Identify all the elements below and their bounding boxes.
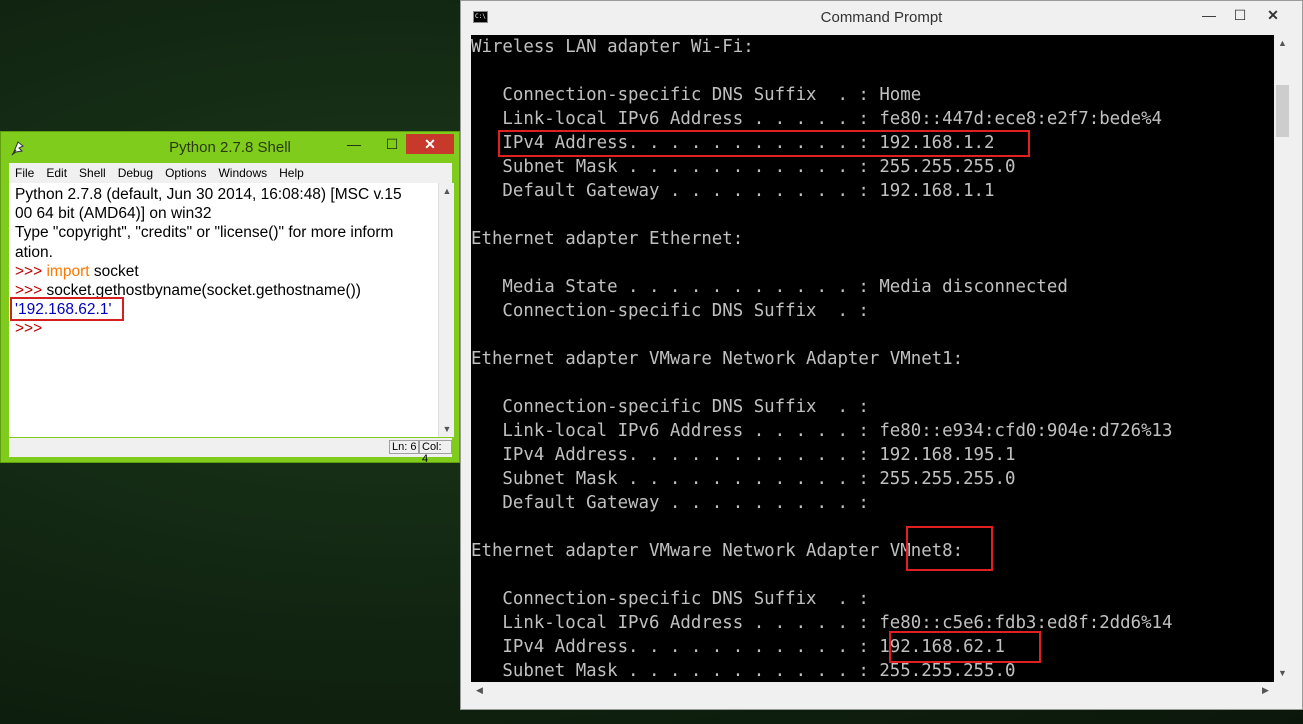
- maximize-button[interactable]: ☐: [1225, 7, 1255, 24]
- scroll-up-icon[interactable]: ▲: [1274, 35, 1291, 52]
- console-line: Wireless LAN adapter Wi-Fi:: [471, 37, 754, 57]
- banner-line: Type "copyright", "credits" or "license(…: [15, 224, 394, 242]
- banner-line: Python 2.7.8 (default, Jun 30 2014, 16:0…: [15, 186, 402, 203]
- console-line: Media State . . . . . . . . . . . : Medi…: [471, 277, 1068, 297]
- console-line: IPv4 Address. . . . . . . . . . . : 192.…: [471, 637, 1005, 657]
- menu-shell[interactable]: Shell: [73, 166, 112, 180]
- console-line: Connection-specific DNS Suffix . :: [471, 301, 869, 321]
- import-target: socket: [89, 262, 139, 280]
- console-line: Subnet Mask . . . . . . . . . . . : 255.…: [471, 469, 1016, 489]
- console-line: Connection-specific DNS Suffix . :: [471, 589, 869, 609]
- scroll-right-icon[interactable]: ▶: [1257, 682, 1274, 699]
- vmnet8-ipv4-highlight-box: [889, 631, 1041, 663]
- close-button[interactable]: ✕: [1258, 7, 1288, 24]
- minimize-button[interactable]: —: [341, 134, 367, 154]
- scroll-down-icon[interactable]: ▼: [1274, 665, 1291, 682]
- status-column-number: Col: 4: [419, 440, 452, 465]
- minimize-button[interactable]: —: [1194, 7, 1224, 23]
- menu-help[interactable]: Help: [273, 166, 310, 180]
- console-line: Default Gateway . . . . . . . . . :: [471, 493, 869, 513]
- command-line-import: >>> import socket: [15, 262, 441, 281]
- wifi-ipv4-highlight-box: [498, 130, 1030, 157]
- console-line: Ethernet adapter Ethernet:: [471, 229, 744, 249]
- console-line: Ethernet adapter VMware Network Adapter …: [471, 349, 964, 369]
- keyword-import: import: [46, 262, 90, 280]
- scroll-down-icon[interactable]: ▼: [439, 421, 455, 437]
- menu-debug[interactable]: Debug: [112, 166, 159, 180]
- shell-prompt: >>>: [15, 262, 47, 280]
- console-line: Default Gateway . . . . . . . . . : 192.…: [471, 181, 995, 201]
- maximize-button[interactable]: ☐: [377, 134, 407, 154]
- console-line: IPv4 Address. . . . . . . . . . . : 192.…: [471, 445, 1016, 465]
- console-horizontal-scrollbar[interactable]: ◀ ▶: [471, 682, 1274, 699]
- scroll-up-icon[interactable]: ▲: [439, 183, 455, 199]
- shell-prompt-current: >>>: [15, 320, 43, 338]
- menu-windows[interactable]: Windows: [212, 166, 273, 180]
- scrollbar-thumb[interactable]: [1276, 85, 1289, 137]
- banner-line: ation.: [15, 243, 53, 261]
- menu-options[interactable]: Options: [159, 166, 212, 180]
- menu-edit[interactable]: Edit: [40, 166, 73, 180]
- console-line: Link-local IPv6 Address . . . . . : fe80…: [471, 613, 1173, 633]
- python-status-bar: Ln: 6 Col: 4: [9, 438, 452, 465]
- banner-line: 00 64 bit (AMD64)] on win32: [15, 205, 212, 223]
- console-line: Subnet Mask . . . . . . . . . . . : 255.…: [471, 157, 1016, 177]
- console-line: Connection-specific DNS Suffix . : Home: [471, 85, 922, 105]
- output-highlight-box: [10, 297, 124, 321]
- console-line: Connection-specific DNS Suffix . :: [471, 397, 869, 417]
- command-prompt-window: C:\ Command Prompt — ☐ ✕ Wireless LAN ad…: [460, 0, 1303, 710]
- command-prompt-title: Command Prompt: [820, 9, 943, 26]
- console-line: Ethernet adapter VMware Network Adapter …: [471, 541, 964, 561]
- python-menubar: File Edit Shell Debug Options Windows He…: [9, 163, 452, 183]
- python-shell-titlebar[interactable]: Python 2.7.8 Shell — ☐ ✕: [1, 132, 459, 162]
- vmnet8-highlight-box: [906, 526, 993, 571]
- python-vertical-scrollbar[interactable]: ▲ ▼: [438, 183, 454, 437]
- console-line: Subnet Mask . . . . . . . . . . . : 255.…: [471, 661, 1016, 681]
- menu-file[interactable]: File: [9, 166, 40, 180]
- close-button[interactable]: ✕: [406, 134, 454, 154]
- console-vertical-scrollbar[interactable]: ▲ ▼: [1274, 35, 1291, 682]
- status-line-number: Ln: 6: [389, 440, 420, 454]
- console-line: Link-local IPv6 Address . . . . . : fe80…: [471, 421, 1173, 441]
- scroll-left-icon[interactable]: ◀: [471, 682, 488, 699]
- console-line: Link-local IPv6 Address . . . . . : fe80…: [471, 109, 1163, 129]
